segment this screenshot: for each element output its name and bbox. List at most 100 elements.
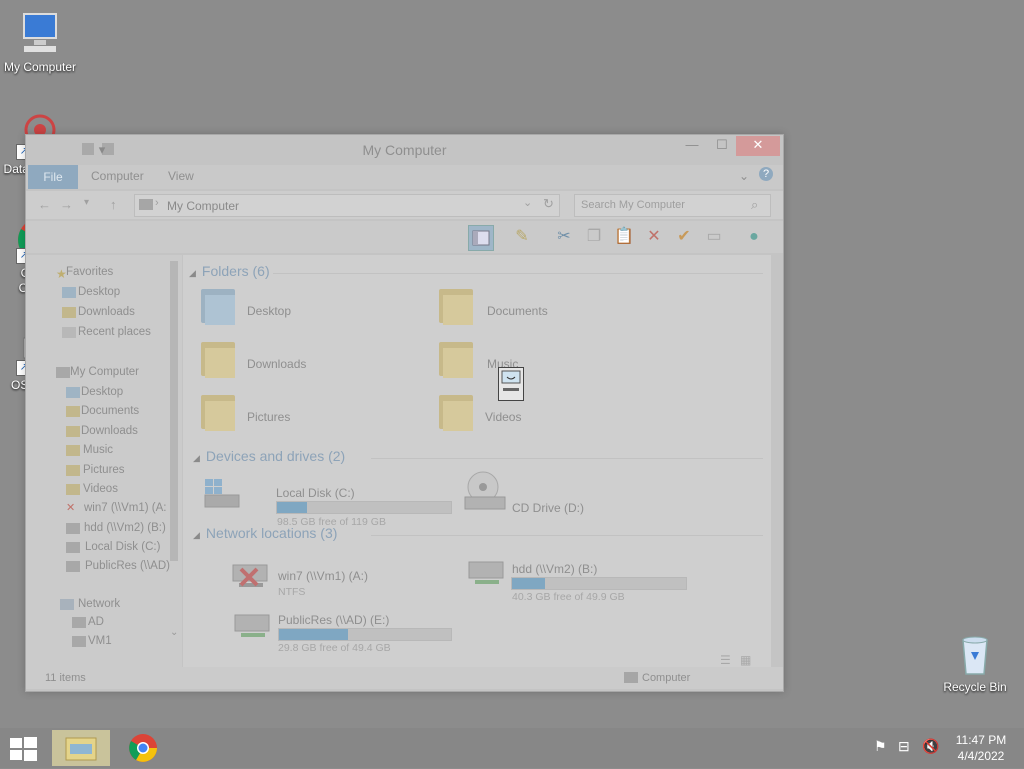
computer-small-icon (139, 199, 153, 210)
netloc-hdd-label[interactable]: hdd (\\Vm2) (B:) (512, 562, 597, 576)
network-drive-icon[interactable] (231, 605, 275, 641)
disconnected-network-drive-icon[interactable] (229, 555, 273, 591)
music-folder-icon[interactable] (439, 338, 475, 378)
title-bar[interactable]: ▾ My Computer — ☐ ✕ (26, 135, 783, 165)
taskbar-chrome[interactable] (114, 730, 172, 766)
checkmark-icon[interactable]: ✔ (672, 225, 696, 249)
downloads-folder-icon[interactable] (201, 338, 237, 378)
nav-network[interactable]: Network (78, 598, 120, 610)
address-text: My Computer (167, 199, 240, 213)
windows-drive-icon[interactable] (201, 477, 241, 509)
cut-icon[interactable]: ✂ (552, 225, 576, 249)
drive-c-label[interactable]: Local Disk (C:) (276, 486, 355, 500)
folder-pictures-label[interactable]: Pictures (247, 410, 290, 424)
start-button[interactable] (8, 736, 38, 762)
nav-my-computer[interactable]: My Computer (70, 366, 139, 378)
nav-desktop[interactable]: Desktop (81, 386, 123, 398)
nav-pictures[interactable]: Pictures (83, 464, 125, 476)
nav-publicres[interactable]: PublicRes (\\AD) (85, 560, 170, 572)
address-dropdown-icon[interactable]: ⌄ (523, 196, 532, 209)
clock-date: 4/4/2022 (957, 749, 1005, 763)
tab-view[interactable]: View (168, 169, 194, 183)
search-input[interactable]: Search My Computer ⌕ (574, 194, 771, 217)
volume-muted-icon[interactable]: 🔇 (922, 738, 939, 755)
delete-icon[interactable]: ✕ (642, 225, 666, 249)
network-drive-icon (66, 561, 80, 572)
nav-videos[interactable]: Videos (83, 483, 118, 495)
nav-fav-downloads[interactable]: Downloads (78, 306, 135, 318)
globe-icon[interactable]: ● (742, 225, 766, 249)
computer-icon (16, 10, 64, 58)
nav-local-disk[interactable]: Local Disk (C:) (85, 541, 160, 553)
nav-win7[interactable]: win7 (\\Vm1) (A: (84, 502, 166, 514)
nav-scrollbar[interactable]: ⌄ (168, 257, 178, 669)
folder-videos-label[interactable]: Videos (485, 410, 521, 424)
tab-file[interactable]: File (28, 165, 78, 189)
netloc-win7-label[interactable]: win7 (\\Vm1) (A:) (278, 569, 368, 583)
refresh-icon[interactable]: ↻ (543, 196, 554, 212)
group-folders-header[interactable]: ◢ Folders (6) (189, 263, 270, 279)
group-devices-header[interactable]: ◢ Devices and drives (2) (193, 448, 345, 464)
clock[interactable]: 11:47 PM 4/4/2022 (948, 732, 1014, 764)
nav-fav-desktop[interactable]: Desktop (78, 286, 120, 298)
nav-fav-recent-places[interactable]: Recent places (78, 326, 151, 338)
window-title: My Computer (362, 142, 447, 158)
paste-icon[interactable]: 📋 (612, 225, 636, 249)
tab-computer[interactable]: Computer (91, 169, 144, 183)
nav-music[interactable]: Music (83, 444, 113, 456)
network-drive-icon[interactable] (465, 552, 509, 588)
large-icons-view-icon[interactable]: ▦ (740, 653, 751, 667)
pictures-folder-icon (66, 465, 80, 476)
folder-documents-label[interactable]: Documents (487, 304, 548, 318)
copy-icon[interactable]: ❐ (582, 225, 606, 249)
nav-favorites[interactable]: Favorites (66, 266, 113, 278)
nav-network-vm1[interactable]: VM1 (88, 635, 112, 647)
up-button[interactable]: ↑ (110, 197, 117, 212)
pictures-folder-icon[interactable] (201, 391, 237, 431)
search-placeholder: Search My Computer (581, 199, 685, 211)
videos-folder-icon (66, 484, 80, 495)
usage-fill (512, 578, 546, 589)
maximize-button[interactable]: ☐ (708, 136, 736, 156)
close-button[interactable]: ✕ (736, 136, 780, 156)
nav-network-ad[interactable]: AD (88, 616, 104, 628)
desktop-icon-my-computer[interactable]: My Computer (0, 10, 80, 75)
desktop-icon-recycle-bin[interactable]: Recycle Bin (935, 630, 1015, 695)
search-icon[interactable]: ⌕ (751, 197, 758, 213)
divider (273, 273, 763, 274)
help-icon[interactable]: ? (759, 167, 773, 181)
action-center-flag-icon[interactable]: ⚑ (874, 738, 887, 755)
disconnected-drive-icon: ✕ (66, 502, 76, 514)
drag-cursor-icon (498, 367, 524, 401)
nav-documents[interactable]: Documents (81, 405, 139, 417)
scroll-down-icon[interactable]: ⌄ (170, 627, 178, 638)
scrollbar-thumb[interactable] (170, 261, 178, 561)
explorer-window[interactable]: ▾ My Computer — ☐ ✕ File Computer View ⌄… (25, 134, 784, 692)
cd-drive-icon[interactable] (463, 471, 507, 511)
breadcrumb-chevron-icon[interactable]: › (155, 197, 159, 209)
highlight-icon[interactable]: ✎ (510, 225, 534, 249)
taskbar-file-explorer[interactable] (52, 730, 110, 766)
nav-downloads[interactable]: Downloads (81, 425, 138, 437)
documents-folder-icon (66, 406, 80, 417)
minimize-button[interactable]: — (678, 136, 706, 156)
group-network-header[interactable]: ◢ Network locations (3) (193, 525, 337, 541)
layout-pane-icon[interactable] (468, 225, 494, 251)
expand-ribbon-icon[interactable]: ⌄ (739, 169, 749, 183)
folder-desktop-label[interactable]: Desktop (247, 304, 291, 318)
nav-hdd[interactable]: hdd (\\Vm2) (B:) (84, 522, 166, 534)
rename-icon[interactable]: ▭ (702, 225, 726, 249)
network-status-icon[interactable]: ⊟ (898, 738, 910, 755)
documents-folder-icon[interactable] (439, 285, 475, 325)
details-view-icon[interactable]: ☰ (720, 653, 731, 667)
folder-downloads-label[interactable]: Downloads (247, 357, 306, 371)
recent-dropdown-icon[interactable]: ▾ (84, 197, 89, 208)
netloc-publicres-label[interactable]: PublicRes (\\AD) (E:) (278, 613, 389, 627)
forward-button[interactable]: → (60, 197, 73, 212)
drive-d-label[interactable]: CD Drive (D:) (512, 501, 584, 515)
chrome-icon (129, 734, 157, 762)
videos-folder-icon[interactable] (439, 391, 475, 431)
back-button[interactable]: ← (38, 197, 51, 212)
address-bar[interactable]: › My Computer ⌄ ↻ (134, 194, 560, 217)
desktop-folder-icon[interactable] (201, 285, 237, 325)
